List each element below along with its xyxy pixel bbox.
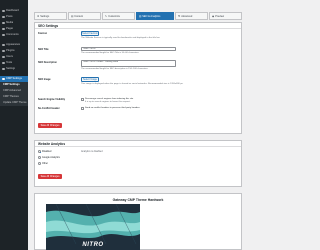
seo-title-label: SEO Title (38, 48, 49, 51)
analytics-save-all-changes-button[interactable]: Save All Changes (38, 174, 62, 179)
tab-advanced[interactable]: ⚒ Advanced (175, 12, 208, 20)
no-conflict-checkbox[interactable] (81, 107, 84, 110)
comment-icon (2, 33, 5, 37)
seo-image-label: SEO Image (38, 78, 51, 81)
search-visibility-checkbox[interactable] (81, 98, 84, 101)
media-icon (2, 21, 5, 25)
seo-settings-panel: SEO Settings Favicon Select Favicon The … (34, 22, 242, 134)
favicon-description: The Website Favicon is typically used fo… (81, 37, 160, 39)
settings-tabs: ⚙ Settings ▤ Content ✎ Customize ▥ SEO & Ana… (34, 12, 242, 20)
analytics-disabled-label: Disabled (42, 150, 52, 153)
tab-customize[interactable]: ✎ Customize (102, 12, 135, 20)
submenu-update-cmp-theme[interactable]: Update CMP Theme (0, 100, 28, 106)
pin-icon (2, 15, 5, 19)
seo-description-label: SEO Description (38, 61, 57, 64)
dashboard-icon (2, 9, 5, 13)
page-icon (2, 27, 5, 31)
preview-icon: ◉ (212, 14, 215, 18)
seo-title-input[interactable]: Team - IKOS (81, 47, 176, 51)
other-analytics-radio[interactable] (38, 162, 41, 165)
admin-sidebar: Dashboard Posts Media Pages Comments App… (0, 0, 28, 250)
website-analytics-title: Website Analytics (35, 141, 241, 147)
wrench-icon (2, 61, 5, 65)
promo-title: Gateway CMP Theme Hardwork (112, 198, 164, 202)
seo-description-input[interactable]: Team - IKOS Theme - Coming Soon (81, 60, 176, 67)
no-conflict-text: Send no-conflict headers to preserve thi… (85, 107, 141, 109)
user-icon (2, 55, 5, 59)
search-visibility-text: Discourage search engines from indexing … (85, 98, 134, 100)
promo-brand-text: NITRO (82, 242, 104, 248)
website-analytics-panel: Website Analytics Disabled Analytics is … (34, 140, 242, 187)
settings-icon (2, 67, 5, 71)
tab-seo-analytics[interactable]: ▥ SEO & Analytics (136, 12, 174, 20)
select-favicon-button[interactable]: Select Favicon (81, 31, 99, 36)
no-conflict-header-label: No-Conflict Header (38, 107, 60, 110)
chart-icon: ▥ (139, 14, 142, 18)
cmp-icon (2, 77, 5, 81)
sidebar-item-settings[interactable]: Settings (0, 66, 28, 72)
theme-preview-image[interactable]: NITRO (46, 204, 140, 250)
select-image-button[interactable]: Select Image (81, 77, 99, 82)
gear-icon: ⚙ (37, 14, 40, 18)
seo-settings-title: SEO Settings (35, 23, 241, 29)
save-all-changes-button[interactable]: Save All Changes (38, 123, 62, 128)
seo-title-description: The recommended length for SEO Title is … (81, 52, 140, 54)
search-visibility-description: It is up to search engines to honor this… (85, 101, 131, 103)
tab-content[interactable]: ▤ Content (68, 12, 101, 20)
search-engine-visibility-label: Search Engine Visibility (38, 98, 66, 101)
sidebar-item-comments[interactable]: Comments (0, 32, 28, 38)
analytics-disabled-value: Analytics is disabled (81, 150, 103, 153)
brush-icon (2, 43, 5, 47)
seo-image-description: This image is displayed when the page is… (81, 83, 184, 85)
other-analytics-label: Other (42, 162, 48, 165)
customize-icon: ✎ (105, 14, 108, 18)
google-analytics-label: Google Analytics (42, 156, 60, 159)
google-analytics-radio[interactable] (38, 156, 41, 159)
tab-preview[interactable]: ◉ Preview (209, 12, 242, 20)
content-icon: ▤ (71, 14, 74, 18)
seo-description-hint: The recommended length for SEO descripti… (81, 68, 149, 70)
plugin-icon (2, 49, 5, 53)
advanced-icon: ⚒ (178, 14, 181, 18)
favicon-label: Favicon (38, 32, 48, 35)
tab-settings[interactable]: ⚙ Settings (34, 12, 67, 20)
analytics-disabled-radio[interactable] (38, 150, 41, 153)
